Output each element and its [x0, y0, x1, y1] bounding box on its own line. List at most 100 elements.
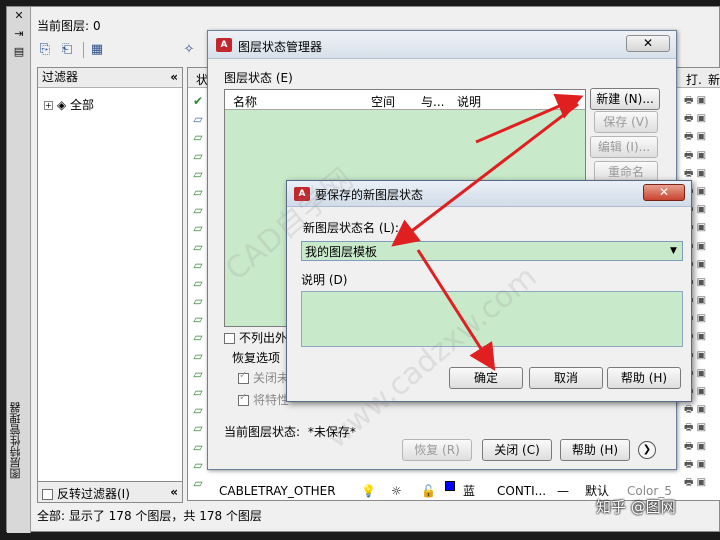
collapse-chevron-icon[interactable]: «: [170, 68, 178, 87]
layer-color-name[interactable]: 蓝: [463, 481, 475, 501]
layer-status-icon: ▱: [193, 457, 203, 472]
filters-header: 过滤器: [42, 70, 79, 84]
status-column: ✔ ▱ ▱ ▱ ▱ ▱ ▱ ▱ ▱ ▱ ▱ ▱ ▱ ▱ ▱ ▱ ▱ ▱ ▱ ▱ ▱ ▱: [190, 92, 206, 492]
edit-button[interactable]: 编辑 (I)...: [590, 136, 658, 158]
more-options-arrow-icon[interactable]: ❯: [638, 441, 656, 459]
filter-tree-item-all[interactable]: + ◈ 全部: [44, 96, 94, 113]
current-layer-check-icon: ✔: [192, 94, 204, 108]
invert-filter-label: 反转过滤器(I): [57, 487, 130, 501]
dialog-title: 图层状态管理器: [238, 40, 323, 54]
layers-icon: ◈: [57, 98, 71, 112]
restore-options-label: 恢复选项: [232, 351, 281, 365]
autocad-app-icon: A: [216, 38, 232, 52]
layer-linetype[interactable]: CONTI...: [497, 481, 546, 501]
description-label: 说明 (D): [301, 273, 348, 287]
layer-status-icon: ▱: [193, 366, 203, 381]
invert-filter[interactable]: 反转过滤器(I) «: [37, 481, 183, 503]
lineweight-sample: —: [557, 484, 569, 498]
layer-status-icon: ▱: [193, 221, 203, 236]
current-layer-value: 0: [93, 19, 101, 33]
column-description[interactable]: 说明: [457, 93, 481, 110]
layer-status-icon: ▱: [193, 203, 203, 218]
layer-status-icon: ▱: [193, 385, 203, 399]
layer-status-icon: ▱: [193, 403, 203, 418]
layer-status-icon: ▱: [193, 294, 203, 309]
current-layer-label: 当前图层:: [37, 19, 90, 33]
layer-status-icon: ▱: [193, 312, 203, 327]
layer-status-icon: ▱: [193, 166, 203, 181]
current-state-label: 当前图层状态:: [224, 425, 301, 439]
collapse-chevron-icon[interactable]: «: [170, 485, 178, 499]
apply-properties-option[interactable]: 将特性: [238, 391, 289, 408]
printer-icon[interactable]: 🖶 ▣: [684, 128, 720, 146]
help-button[interactable]: 帮助 (H): [560, 439, 630, 461]
printer-icon[interactable]: 🖶 ▣: [684, 401, 720, 419]
close-button[interactable]: ✕: [643, 184, 685, 201]
cancel-button[interactable]: 取消: [529, 367, 603, 389]
sun-icon[interactable]: ☼: [391, 481, 402, 501]
layer-status-icon: ▱: [193, 257, 203, 272]
palette-title-bar[interactable]: ✕ ⇥ ▤ 图层特性管理器: [7, 7, 31, 533]
dialog-title-bar[interactable]: A 图层状态管理器 ✕: [208, 31, 676, 59]
turn-off-checkbox[interactable]: [238, 370, 249, 384]
state-name-input[interactable]: [301, 241, 683, 261]
printer-icon[interactable]: 🖶 ▣: [684, 419, 720, 437]
printer-icon[interactable]: 🖶 ▣: [684, 438, 720, 456]
layer-status-icon: ▱: [193, 475, 203, 490]
turn-off-option[interactable]: 关闭未: [238, 369, 289, 386]
expand-plus-icon[interactable]: +: [44, 101, 53, 110]
palette-title: 图层特性管理器: [9, 402, 22, 479]
layer-status-icon: ▱: [193, 439, 203, 454]
printer-icon[interactable]: 🖶 ▣: [684, 110, 720, 128]
column-space[interactable]: 空间: [371, 93, 395, 110]
layer-name[interactable]: CABLETRAY_OTHER: [219, 481, 336, 501]
filter-tree-pane: 过滤器 « + ◈ 全部: [37, 67, 183, 501]
printer-icon[interactable]: 🖶 ▣: [684, 147, 720, 165]
layer-status-icon: ▱: [193, 348, 203, 363]
layer-status-icon: ▱: [193, 421, 203, 436]
properties-icon[interactable]: ▤: [12, 45, 26, 59]
column-same-as-drawing[interactable]: 与...: [421, 93, 444, 110]
layer-status-icon: ▱: [193, 184, 203, 199]
invert-filter-checkbox[interactable]: [42, 489, 53, 500]
ok-button[interactable]: 确定: [449, 367, 523, 389]
close-dialog-button[interactable]: 关闭 (C): [482, 439, 552, 461]
new-group-filter-icon[interactable]: ⎗: [57, 40, 77, 60]
dont-list-checkbox[interactable]: [224, 333, 235, 344]
column-plot[interactable]: 打.: [686, 71, 702, 88]
column-name[interactable]: 名称: [233, 93, 257, 110]
turn-off-label: 关闭未: [253, 371, 290, 385]
chevron-down-icon[interactable]: ▼: [665, 242, 682, 260]
close-icon[interactable]: ✕: [12, 9, 26, 23]
column-new-vp-freeze[interactable]: 新.: [708, 71, 720, 88]
layer-status-icon: ▱: [193, 148, 203, 163]
layer-status-icon: ▱: [193, 239, 203, 254]
layer-status-icon: ▱: [193, 330, 203, 345]
dont-list-xref-option[interactable]: 不列出外: [224, 329, 287, 346]
lock-icon[interactable]: 🔓: [421, 481, 436, 501]
new-button[interactable]: 新建 (N)...: [590, 88, 660, 110]
new-layer-icon[interactable]: ✧: [179, 40, 199, 60]
layer-status-icon: ▱: [193, 112, 203, 127]
lightbulb-icon[interactable]: 💡: [361, 481, 376, 501]
layer-states-label: 图层状态 (E): [224, 71, 293, 85]
table-header: 名称 空间 与... 说明: [225, 90, 585, 110]
toolbar-divider: [83, 42, 84, 58]
layer-status-icon: ▱: [193, 275, 203, 290]
current-layer: 当前图层: 0: [37, 17, 105, 34]
save-button[interactable]: 保存 (V): [594, 111, 658, 133]
apply-properties-label: 将特性: [253, 393, 290, 407]
status-bar: 全部: 显示了 178 个图层，共 178 个图层: [37, 509, 262, 523]
close-button[interactable]: ✕: [626, 35, 670, 52]
autohide-icon[interactable]: ⇥: [12, 27, 26, 41]
printer-icon[interactable]: 🖶 ▣: [684, 92, 720, 110]
printer-icon[interactable]: 🖶 ▣: [684, 456, 720, 474]
new-property-filter-icon[interactable]: ⎘: [35, 40, 55, 60]
help-button[interactable]: 帮助 (H): [607, 367, 681, 389]
layer-states-manager-icon[interactable]: ▦: [87, 40, 107, 60]
layer-status-icon: ▱: [193, 130, 203, 145]
apply-properties-checkbox[interactable]: [238, 392, 249, 406]
filter-pane-header: 过滤器 «: [38, 68, 182, 88]
filter-tree-label: 全部: [70, 98, 95, 112]
restore-button[interactable]: 恢复 (R): [402, 439, 472, 461]
